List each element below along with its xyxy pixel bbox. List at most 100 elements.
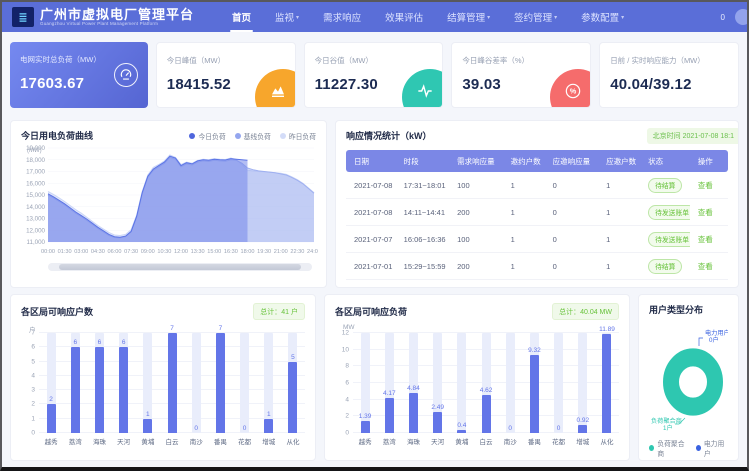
nav-item-3[interactable]: 效果评估	[373, 2, 435, 32]
legend-item[interactable]: 电力用户	[696, 438, 728, 458]
donut-label-aggregator: 负荷聚合商	[651, 417, 682, 425]
bar[interactable]	[433, 412, 442, 433]
x-tick-label: 黄埔	[450, 436, 474, 446]
y-tick-label: 4	[31, 372, 35, 379]
bar-value-label: 9.32	[528, 347, 541, 354]
bar[interactable]	[143, 419, 152, 433]
nav-item-1[interactable]: 监视▾	[263, 2, 311, 32]
view-link[interactable]: 查看	[698, 262, 713, 271]
datazoom-slider[interactable]	[48, 263, 312, 271]
x-tick-label: 13:30	[191, 249, 205, 255]
nav-item-6[interactable]: 参数配置▾	[569, 2, 636, 32]
nav-item-5[interactable]: 签约管理▾	[502, 2, 569, 32]
status-badge: 待结算	[648, 259, 682, 274]
bar-background-stripe: 4.17	[385, 333, 394, 433]
status-cell: 待发送账单	[640, 232, 690, 247]
bar[interactable]	[119, 347, 128, 433]
nav-item-0[interactable]: 首页	[220, 2, 263, 32]
y-tick-label: 6	[31, 344, 35, 351]
bar[interactable]	[602, 334, 611, 433]
bar[interactable]	[409, 393, 418, 433]
bar-column: 0.92	[571, 333, 595, 433]
response-table-header: 日期时段需求响应量邀约户数应邀响应量应邀户数状态操作	[346, 150, 728, 172]
user-type-title: 用户类型分布	[649, 303, 728, 316]
bar[interactable]	[361, 421, 370, 433]
table-cell: 1	[503, 208, 545, 217]
x-tick-label: 南沙	[498, 436, 522, 446]
notification-count[interactable]: 0	[721, 13, 725, 22]
bar-value-label: 6	[98, 339, 102, 346]
bar-column: 6	[63, 333, 87, 433]
y-tick-label: 15,000	[26, 192, 45, 199]
bar-value-label: 4.84	[407, 385, 420, 392]
y-tick-label: 5	[31, 358, 35, 365]
bar[interactable]	[216, 333, 225, 433]
district-load-total-badge: 总计：40.04 MW	[552, 303, 619, 320]
kpi-card-4: 日前 / 实时响应能力（MW）40.04/39.12	[599, 42, 739, 108]
table-cell: 14:11~14:41	[396, 208, 449, 217]
bar[interactable]	[71, 347, 80, 433]
legend-item[interactable]: 今日负荷	[189, 131, 225, 141]
bar-value-label: 2.49	[431, 404, 444, 411]
user-avatar[interactable]	[735, 9, 749, 25]
bar[interactable]	[530, 355, 539, 433]
bar[interactable]	[385, 398, 394, 433]
bar[interactable]	[578, 425, 587, 433]
table-cell: 15:29~15:59	[396, 262, 449, 271]
x-tick-label: 天河	[112, 436, 136, 446]
navbar-right: 0	[721, 9, 737, 25]
table-header-cell: 状态	[640, 156, 690, 167]
status-badge: 待结算	[648, 178, 682, 193]
bar[interactable]	[482, 395, 491, 434]
bar-value-label: 4.62	[480, 387, 493, 394]
district-users-panel: 各区局可响应户数 总计：41 户 户 01234567 26661707015 …	[10, 294, 316, 461]
bar[interactable]	[47, 404, 56, 433]
bar[interactable]	[264, 419, 273, 433]
view-link[interactable]: 查看	[698, 208, 713, 217]
status-badge: 待发送账单	[648, 205, 690, 220]
load-curve-legend: 今日负荷基线负荷昨日负荷	[189, 131, 316, 141]
bar-value-label: 1	[267, 411, 271, 418]
bar-value-label: 1	[146, 411, 150, 418]
bar[interactable]	[168, 333, 177, 433]
load-curve-title: 今日用电负荷曲线	[21, 129, 93, 142]
chevron-down-icon: ▾	[487, 14, 490, 21]
legend-item[interactable]: 昨日负荷	[280, 131, 316, 141]
view-link[interactable]: 查看	[698, 235, 713, 244]
bar-value-label: 7	[219, 325, 223, 332]
nav-item-2[interactable]: 需求响应	[311, 2, 373, 32]
x-tick-label: 06:00	[108, 249, 122, 255]
table-cell: 1	[598, 235, 640, 244]
bar-value-label: 0.4	[457, 422, 466, 429]
x-tick-label: 番禺	[208, 436, 232, 446]
nav-item-label: 首页	[232, 10, 251, 24]
table-cell: 2021-07-08	[346, 181, 396, 190]
view-link[interactable]: 查看	[698, 181, 713, 190]
x-tick-label: 从化	[595, 436, 619, 446]
datazoom-handle[interactable]	[59, 264, 302, 270]
x-tick-label: 天河	[426, 436, 450, 446]
load-curve-header: 今日用电负荷曲线 今日负荷基线负荷昨日负荷	[21, 129, 316, 142]
bar-value-label: 0	[508, 425, 512, 432]
pulse-icon	[417, 83, 433, 99]
bar-background-stripe: 2.49	[433, 333, 442, 433]
table-cell: 100	[449, 181, 502, 190]
bar[interactable]	[457, 430, 466, 433]
svg-text:%: %	[570, 87, 577, 96]
x-tick-label: 花都	[233, 436, 257, 446]
legend-item[interactable]: 负荷聚合商	[649, 438, 688, 458]
bar-background-stripe: 2	[47, 333, 56, 433]
nav-item-4[interactable]: 结算管理▾	[435, 2, 502, 32]
bar[interactable]	[95, 347, 104, 433]
donut-slice-aggregator[interactable]	[671, 357, 715, 406]
kpi-label: 今日峰谷差率（%）	[462, 55, 580, 66]
status-cell: 待结算	[640, 178, 690, 193]
response-table-body: 2021-07-0817:31~18:01100101待结算查看2021-07-…	[346, 172, 728, 288]
x-tick-label: 荔湾	[377, 436, 401, 446]
legend-item[interactable]: 基线负荷	[235, 131, 271, 141]
y-tick-label: 16,000	[26, 180, 45, 187]
kpi-label: 今日谷值（MW）	[315, 55, 433, 66]
bar[interactable]	[288, 362, 297, 433]
chevron-down-icon: ▾	[554, 14, 557, 21]
x-tick-label: 16:30	[224, 249, 238, 255]
